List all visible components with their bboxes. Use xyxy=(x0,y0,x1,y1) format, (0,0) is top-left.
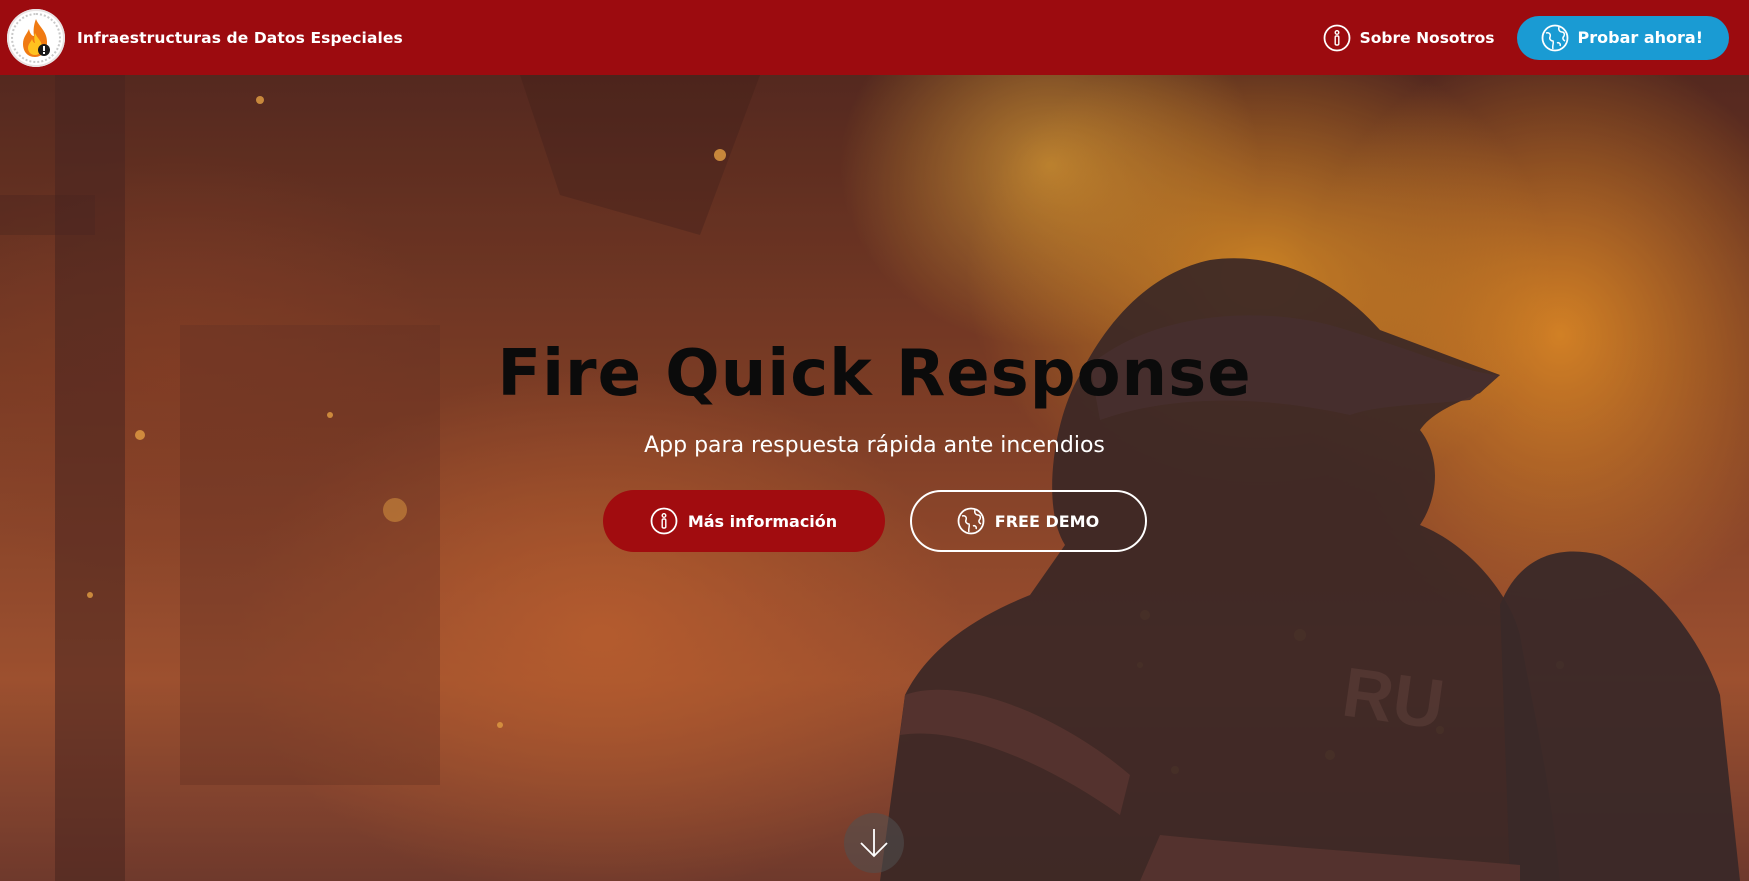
hero-buttons: Más información FREE DEMO xyxy=(602,490,1147,552)
scroll-down-button[interactable] xyxy=(844,813,904,873)
globe-icon xyxy=(1541,24,1569,52)
brand[interactable]: Infraestructuras de Datos Especiales xyxy=(7,8,403,67)
more-info-button[interactable]: Más información xyxy=(602,490,885,552)
top-navbar: Infraestructuras de Datos Especiales Sob… xyxy=(0,0,1749,75)
about-us-label: Sobre Nosotros xyxy=(1359,28,1495,47)
info-icon xyxy=(1323,24,1351,52)
about-us-link[interactable]: Sobre Nosotros xyxy=(1323,24,1495,52)
free-demo-label: FREE DEMO xyxy=(994,511,1100,531)
try-now-button[interactable]: Probar ahora! xyxy=(1516,15,1729,60)
arrow-down-icon xyxy=(857,826,891,860)
globe-icon xyxy=(957,507,985,535)
hero-title: Fire Quick Response xyxy=(497,337,1252,411)
free-demo-button[interactable]: FREE DEMO xyxy=(909,490,1147,552)
hero-content: Fire Quick Response App para respuesta r… xyxy=(0,75,1749,881)
info-icon xyxy=(650,507,678,535)
flame-warning-logo[interactable] xyxy=(7,8,65,67)
hero-section: RU Fire Quick Response App para respuest… xyxy=(0,75,1749,881)
hero-subtitle: App para respuesta rápida ante incendios xyxy=(644,433,1105,458)
brand-name[interactable]: Infraestructuras de Datos Especiales xyxy=(77,29,403,47)
nav-links: Sobre Nosotros Probar ahora! xyxy=(1323,15,1729,60)
more-info-label: Más información xyxy=(687,511,838,531)
try-now-label: Probar ahora! xyxy=(1577,28,1703,47)
